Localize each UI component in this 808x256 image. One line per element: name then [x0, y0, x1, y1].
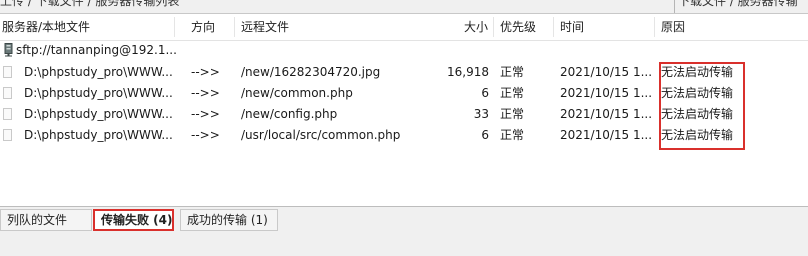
size-cell: 16,918 — [447, 65, 489, 79]
top-strip-left-text: 上传 / 下载文件 / 服务器传输列表 — [0, 0, 180, 8]
local-file-cell: D:\phpstudy_pro\WWW... — [24, 65, 173, 79]
file-icon — [3, 66, 12, 78]
top-strip: 上传 / 下载文件 / 服务器传输列表 下载文件 / 服务器传输 — [0, 0, 808, 14]
file-icon — [3, 129, 12, 141]
top-strip-right-text: 下载文件 / 服务器传输 — [678, 0, 798, 8]
reason-cell: 无法启动传输 — [661, 107, 734, 121]
transfer-list-header: 服务器/本地文件 方向 远程文件 大小 优先级 时间 原因 — [0, 14, 808, 41]
column-time[interactable]: 时间 — [560, 14, 584, 40]
time-cell: 2021/10/15 1... — [560, 128, 653, 142]
local-file-cell: D:\phpstudy_pro\WWW... — [24, 128, 173, 142]
priority-cell: 正常 — [500, 128, 525, 142]
size-cell: 6 — [481, 128, 489, 142]
size-cell: 33 — [473, 107, 489, 121]
reason-cell: 无法启动传输 — [661, 86, 734, 100]
server-icon — [4, 43, 13, 57]
remote-file-cell: /new/common.php — [241, 86, 353, 100]
server-label: sftp://tannanping@192.1... — [16, 43, 177, 57]
direction-cell: -->> — [191, 86, 220, 100]
size-cell: 6 — [481, 86, 489, 100]
remote-file-cell: /new/16282304720.jpg — [241, 65, 381, 79]
status-bar — [0, 232, 808, 256]
direction-cell: -->> — [191, 128, 220, 142]
tab-queued-files[interactable]: 列队的文件 — [0, 209, 92, 231]
priority-cell: 正常 — [500, 107, 525, 121]
column-divider[interactable] — [234, 17, 235, 37]
priority-cell: 正常 — [500, 65, 525, 79]
column-size[interactable]: 大小 — [464, 14, 488, 40]
list-empty-area — [0, 150, 808, 206]
table-row[interactable]: D:\phpstudy_pro\WWW... -->> /new/1628230… — [0, 62, 808, 83]
reason-cell: 无法启动传输 — [661, 65, 734, 79]
queue-tab-bar: 列队的文件 传输失败 (4) 成功的传输 (1) — [0, 206, 808, 233]
column-divider[interactable] — [553, 17, 554, 37]
time-cell: 2021/10/15 1... — [560, 107, 653, 121]
column-divider[interactable] — [174, 17, 175, 37]
column-divider[interactable] — [493, 17, 494, 37]
direction-cell: -->> — [191, 107, 220, 121]
column-reason[interactable]: 原因 — [661, 14, 685, 40]
remote-file-cell: /new/config.php — [241, 107, 338, 121]
table-row[interactable]: D:\phpstudy_pro\WWW... -->> /new/common.… — [0, 83, 808, 104]
direction-cell: -->> — [191, 65, 220, 79]
priority-cell: 正常 — [500, 86, 525, 100]
local-file-cell: D:\phpstudy_pro\WWW... — [24, 86, 173, 100]
table-row[interactable]: D:\phpstudy_pro\WWW... -->> /usr/local/s… — [0, 125, 808, 146]
tab-failed-transfers[interactable]: 传输失败 (4) — [93, 209, 174, 231]
column-priority[interactable]: 优先级 — [500, 14, 536, 40]
column-server-local[interactable]: 服务器/本地文件 — [2, 14, 90, 40]
column-remote[interactable]: 远程文件 — [241, 14, 289, 40]
remote-file-cell: /usr/local/src/common.php — [241, 128, 401, 142]
file-icon — [3, 108, 12, 120]
table-row[interactable]: D:\phpstudy_pro\WWW... -->> /new/config.… — [0, 104, 808, 125]
tab-successful-transfers[interactable]: 成功的传输 (1) — [180, 209, 278, 231]
time-cell: 2021/10/15 1... — [560, 65, 653, 79]
reason-cell: 无法启动传输 — [661, 128, 734, 142]
column-divider[interactable] — [654, 17, 655, 37]
time-cell: 2021/10/15 1... — [560, 86, 653, 100]
top-strip-divider — [674, 0, 675, 13]
file-icon — [3, 87, 12, 99]
column-direction[interactable]: 方向 — [191, 14, 215, 40]
local-file-cell: D:\phpstudy_pro\WWW... — [24, 107, 173, 121]
server-row[interactable]: sftp://tannanping@192.1... — [0, 40, 808, 60]
